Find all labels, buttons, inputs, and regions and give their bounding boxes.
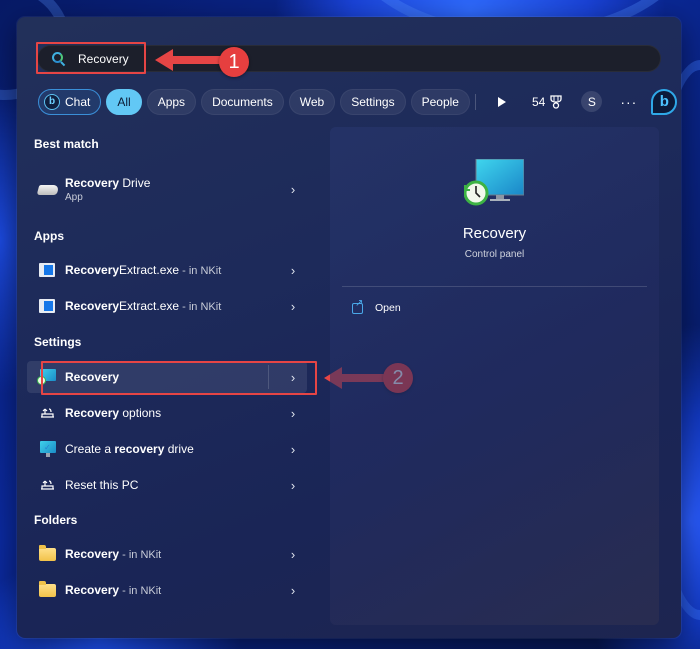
result-folder-recovery-2[interactable]: Recovery - in NKit › <box>27 574 307 606</box>
result-title-rest: drive <box>164 442 194 456</box>
result-title-rest: options <box>119 406 162 420</box>
rewards-points[interactable]: 54 <box>532 95 563 109</box>
result-create-recovery-drive[interactable]: ✓ Create a recovery drive › <box>27 433 307 465</box>
annotation-arrow-1 <box>155 49 225 71</box>
preview-subtitle: Control panel <box>464 249 525 260</box>
bing-chat-icon: b <box>44 93 60 110</box>
annotation-badge-1: 1 <box>219 47 249 77</box>
result-title-rest: Extract.exe <box>119 299 180 313</box>
filter-people[interactable]: People <box>410 88 470 115</box>
recovery-control-panel-icon <box>464 159 524 206</box>
bing-icon[interactable]: b <box>651 88 678 115</box>
filter-settings[interactable]: Settings <box>340 88 406 115</box>
result-title-rest: Extract.exe <box>119 263 180 277</box>
points-value: 54 <box>531 94 546 109</box>
folder-icon <box>38 581 56 599</box>
preview-pane: Recovery Control panel Open <box>330 127 659 625</box>
result-reset-this-pc[interactable]: Reset this PC › <box>27 469 307 501</box>
result-title-bold: Recovery <box>65 299 120 313</box>
result-location: - in NKit <box>179 265 222 277</box>
result-location: - in NKit <box>119 549 162 561</box>
chevron-right-icon[interactable]: › <box>283 583 303 598</box>
result-title-bold: recovery <box>114 442 165 456</box>
more-options-icon[interactable]: ··· <box>620 94 637 110</box>
filter-divider <box>474 93 476 110</box>
chevron-right-icon[interactable]: › <box>283 299 303 314</box>
result-recovery-drive[interactable]: Recovery Drive App › <box>27 169 307 209</box>
chevron-right-icon[interactable]: › <box>283 442 303 457</box>
chat-label: Chat <box>65 94 91 109</box>
reset-icon <box>38 404 56 422</box>
folder-icon <box>38 545 56 563</box>
preview-divider <box>342 286 647 287</box>
result-recovery-options[interactable]: Recovery options › <box>27 397 307 429</box>
section-title-best-match: Best match <box>34 137 99 151</box>
result-recoveryextract-1[interactable]: RecoveryExtract.exe - in NKit › <box>27 254 307 286</box>
result-location: - in NKit <box>179 301 222 313</box>
result-folder-recovery-1[interactable]: Recovery - in NKit › <box>27 538 307 570</box>
chevron-right-icon[interactable]: › <box>283 182 303 197</box>
exe-icon <box>38 261 56 279</box>
result-title-bold: Recovery <box>65 175 120 190</box>
result-title-pre: Reset this PC <box>65 478 139 492</box>
filter-web[interactable]: Web <box>288 88 336 115</box>
result-title-bold: Recovery <box>65 406 120 420</box>
drive-icon <box>36 180 60 198</box>
filter-apps[interactable]: Apps <box>146 88 197 115</box>
preview-title: Recovery <box>462 225 527 242</box>
open-label: Open <box>375 302 401 314</box>
recovery-drive-monitor-icon: ✓ <box>38 440 56 458</box>
result-title-bold: Recovery <box>65 583 120 597</box>
user-avatar[interactable]: S <box>581 91 603 112</box>
result-title-bold: Recovery <box>65 547 120 561</box>
section-title-apps: Apps <box>34 229 64 243</box>
result-title-bold: Recovery <box>65 263 120 277</box>
filter-all[interactable]: All <box>106 88 142 115</box>
chevron-right-icon[interactable]: › <box>283 478 303 493</box>
filter-bar: b Chat All Apps Documents Web Settings P… <box>38 88 678 115</box>
open-action[interactable]: Open <box>352 298 401 314</box>
annotation-box-recovery <box>41 361 317 395</box>
more-filters-play-icon[interactable] <box>497 96 506 107</box>
filter-documents[interactable]: Documents <box>201 88 284 115</box>
windows-search-window: b Chat All Apps Documents Web Settings P… <box>17 17 681 638</box>
result-location: - in NKit <box>119 585 162 597</box>
chevron-right-icon[interactable]: › <box>283 263 303 278</box>
annotation-box-search <box>36 42 146 74</box>
result-title-pre: Create a <box>65 442 115 456</box>
trophy-icon <box>550 94 562 109</box>
section-title-settings: Settings <box>34 335 82 349</box>
result-subtitle: App <box>65 191 83 203</box>
chevron-right-icon[interactable]: › <box>283 547 303 562</box>
reset-icon <box>38 476 56 494</box>
open-external-icon <box>352 298 363 314</box>
result-title-rest: Drive <box>119 175 151 190</box>
exe-icon <box>38 297 56 315</box>
chat-button[interactable]: b Chat <box>38 88 102 115</box>
section-title-folders: Folders <box>34 513 78 527</box>
result-recoveryextract-2[interactable]: RecoveryExtract.exe - in NKit › <box>27 290 307 322</box>
chevron-right-icon[interactable]: › <box>283 406 303 421</box>
